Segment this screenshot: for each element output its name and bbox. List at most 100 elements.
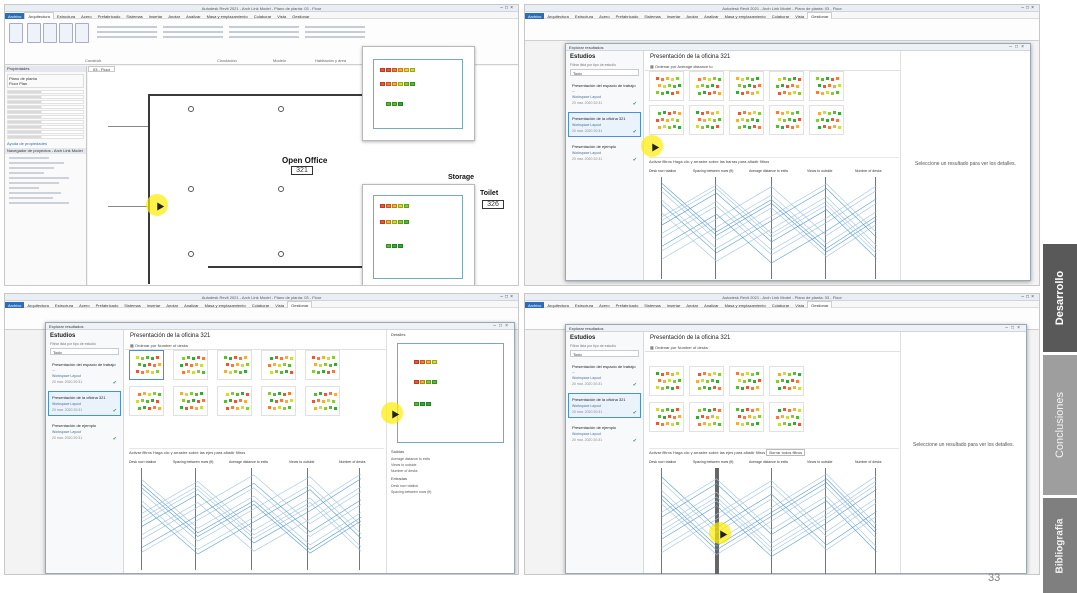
- result-thumbnail[interactable]: [689, 105, 724, 135]
- result-thumbnail[interactable]: [769, 402, 804, 432]
- desk-mark: [663, 111, 666, 114]
- study-item[interactable]: Presentación del espacio de trabajo ... …: [568, 79, 641, 109]
- parallel-coordinates-chart[interactable]: Desk row rotation Spacing between rows (…: [129, 460, 384, 570]
- study-item[interactable]: Presentación de ejemplo Workspace Layout…: [48, 419, 121, 444]
- properties-help-link[interactable]: Ayuda de propiedades: [7, 141, 84, 146]
- result-thumbnail[interactable]: [217, 350, 252, 380]
- result-thumbnail[interactable]: [689, 402, 724, 432]
- sidebar-item-desarrollo[interactable]: Desarrollo: [1043, 244, 1077, 352]
- desk-mark: [273, 363, 276, 366]
- column-marker: [188, 186, 194, 192]
- property-row[interactable]: [7, 115, 84, 119]
- sort-select[interactable]: Number of desks: [678, 345, 708, 350]
- sort-select[interactable]: Number of desks: [158, 343, 188, 348]
- study-item-selected[interactable]: Presentación de la oficina 321 Workspace…: [568, 393, 641, 418]
- result-thumbnail[interactable]: [769, 105, 804, 135]
- property-row[interactable]: [7, 105, 84, 109]
- result-thumbnail[interactable]: [689, 366, 724, 396]
- result-thumbnail[interactable]: [129, 386, 164, 416]
- result-thumbnail[interactable]: [769, 71, 804, 101]
- ribbon-commands[interactable]: [305, 23, 365, 51]
- result-thumbnail[interactable]: [729, 105, 764, 135]
- filter-bar[interactable]: Activar filtros Haga clic y arrastre sob…: [649, 448, 899, 456]
- dialog-window-controls[interactable]: –□×: [1005, 325, 1023, 331]
- studies-filter-select[interactable]: Todo: [570, 69, 639, 76]
- property-row[interactable]: [7, 110, 84, 114]
- filter-bar[interactable]: Activar filtros Haga clic y arrastre sob…: [129, 448, 384, 455]
- result-thumbnail[interactable]: [769, 366, 804, 396]
- dialog-window-controls[interactable]: –□×: [493, 323, 511, 329]
- result-thumbnail[interactable]: [729, 402, 764, 432]
- study-item[interactable]: Presentación de ejemplo Workspace Layout…: [568, 140, 641, 165]
- result-thumbnail[interactable]: [649, 71, 684, 101]
- window-icon[interactable]: [59, 23, 73, 43]
- desk-mark: [743, 111, 746, 114]
- result-thumbnail[interactable]: [649, 402, 684, 432]
- door-icon[interactable]: [43, 23, 57, 43]
- clear-filters-button[interactable]: Borrar todos filtros: [766, 449, 806, 456]
- generated-layout-preview[interactable]: [362, 46, 475, 141]
- study-item-selected[interactable]: Presentación de la oficina 321 Workspace…: [568, 112, 641, 137]
- window-controls[interactable]: –□×: [500, 294, 515, 300]
- result-thumbnail[interactable]: [217, 386, 252, 416]
- result-thumbnail[interactable]: [173, 386, 208, 416]
- ribbon-commands[interactable]: [163, 23, 223, 51]
- generated-layout-preview[interactable]: [362, 184, 475, 285]
- result-thumbnail[interactable]: [729, 71, 764, 101]
- study-item[interactable]: Presentación del espacio de trabajo ... …: [48, 358, 121, 388]
- sidebar-item-bibliografia[interactable]: Bibliografía: [1043, 498, 1077, 593]
- dialog-title: Explorar resultados: [46, 323, 514, 330]
- property-row[interactable]: [7, 95, 84, 99]
- result-thumbnail[interactable]: [809, 105, 844, 135]
- property-row[interactable]: [7, 125, 84, 129]
- result-thumbnail[interactable]: [305, 386, 340, 416]
- property-row[interactable]: [7, 135, 84, 139]
- study-item[interactable]: Presentación del espacio de trabajo ... …: [568, 360, 641, 390]
- studies-filter-select[interactable]: Todo: [570, 350, 639, 357]
- property-row[interactable]: [7, 130, 84, 134]
- desk-mark: [187, 400, 190, 403]
- result-thumbnail[interactable]: [173, 350, 208, 380]
- view-tab[interactable]: 03 - Floor: [88, 66, 116, 72]
- result-thumbnail[interactable]: [649, 105, 684, 135]
- property-row[interactable]: [7, 100, 84, 104]
- result-thumbnail-selected[interactable]: [129, 350, 164, 380]
- wall-icon[interactable]: [27, 23, 41, 43]
- desk-mark: [231, 364, 234, 367]
- filter-bar[interactable]: Activar filtros Haga clic y arrastre sob…: [649, 157, 899, 164]
- desk-mark: [701, 112, 704, 115]
- window-controls[interactable]: –□×: [1021, 5, 1036, 11]
- result-thumbnail[interactable]: [649, 366, 684, 396]
- ribbon-commands[interactable]: [229, 23, 299, 51]
- ribbon-commands[interactable]: [97, 23, 157, 51]
- modify-icon[interactable]: [9, 23, 23, 43]
- result-thumbnail[interactable]: [729, 366, 764, 396]
- selected-layout-preview[interactable]: [397, 343, 504, 443]
- dialog-window-controls[interactable]: –□×: [1009, 44, 1027, 50]
- window-controls[interactable]: –□×: [1021, 294, 1036, 300]
- window-controls[interactable]: –□×: [500, 5, 515, 11]
- drawing-canvas[interactable]: 03 - Floor Open Office 321 Storage Toile…: [88, 46, 518, 285]
- sidebar-item-conclusiones[interactable]: Conclusiones: [1043, 355, 1077, 495]
- component-icon[interactable]: [75, 23, 89, 43]
- result-thumbnail[interactable]: [689, 71, 724, 101]
- desk-mark: [658, 126, 661, 129]
- study-item-selected[interactable]: Presentación de la oficina 321 Workspace…: [48, 391, 121, 416]
- desk-mark: [656, 77, 659, 80]
- desk-mark: [314, 363, 317, 366]
- property-row[interactable]: [7, 90, 84, 94]
- parallel-coordinates-chart[interactable]: Desk row rotation Spacing between rows (…: [649, 460, 899, 574]
- desk-mark: [187, 370, 190, 373]
- result-thumbnail[interactable]: [261, 386, 296, 416]
- ribbon-group-label: Modelo: [273, 58, 287, 63]
- result-thumbnail[interactable]: [261, 350, 296, 380]
- parallel-coordinates-chart[interactable]: Desk row rotation Spacing between rows (…: [649, 169, 899, 279]
- property-row[interactable]: [7, 120, 84, 124]
- result-thumbnail[interactable]: [305, 350, 340, 380]
- result-thumbnail[interactable]: [809, 71, 844, 101]
- type-selector[interactable]: Plano de planta Floor Plan: [7, 74, 84, 88]
- study-item[interactable]: Presentación de ejemplo Workspace Layout…: [568, 421, 641, 446]
- sort-select[interactable]: Average distance to: [677, 64, 712, 69]
- studies-filter-select[interactable]: Todo: [50, 348, 119, 355]
- project-browser-tree[interactable]: [5, 157, 86, 204]
